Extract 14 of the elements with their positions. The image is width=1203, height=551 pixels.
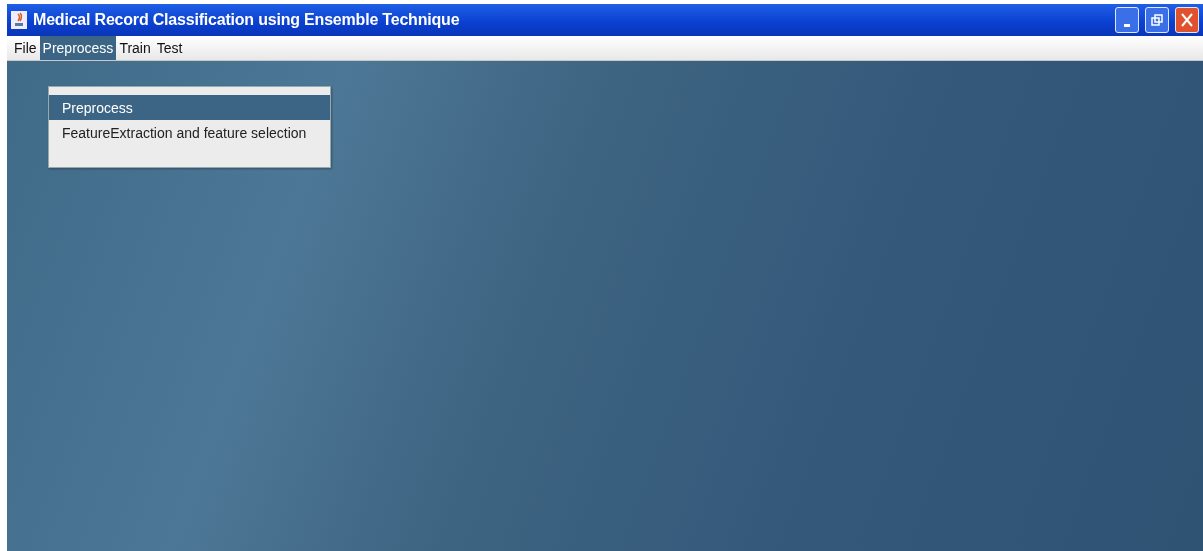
- menu-item[interactable]: Test: [153, 36, 186, 60]
- menu-option[interactable]: FeatureExtraction and feature selection: [49, 120, 330, 145]
- window-title: Medical Record Classification using Ensemble Technique: [33, 11, 461, 29]
- close-button[interactable]: [1175, 7, 1199, 33]
- menu-item[interactable]: Train: [116, 36, 154, 60]
- menu-item[interactable]: Preprocess: [39, 36, 117, 60]
- minimize-icon: [1124, 23, 1130, 27]
- menu-item[interactable]: File: [11, 36, 40, 60]
- java-cup-icon: [11, 11, 27, 29]
- restore-button[interactable]: [1145, 7, 1169, 33]
- restore-icon: [1151, 14, 1163, 26]
- menu-option[interactable]: Preprocess: [49, 95, 330, 120]
- close-icon: [1181, 13, 1193, 27]
- minimize-button[interactable]: [1115, 7, 1139, 33]
